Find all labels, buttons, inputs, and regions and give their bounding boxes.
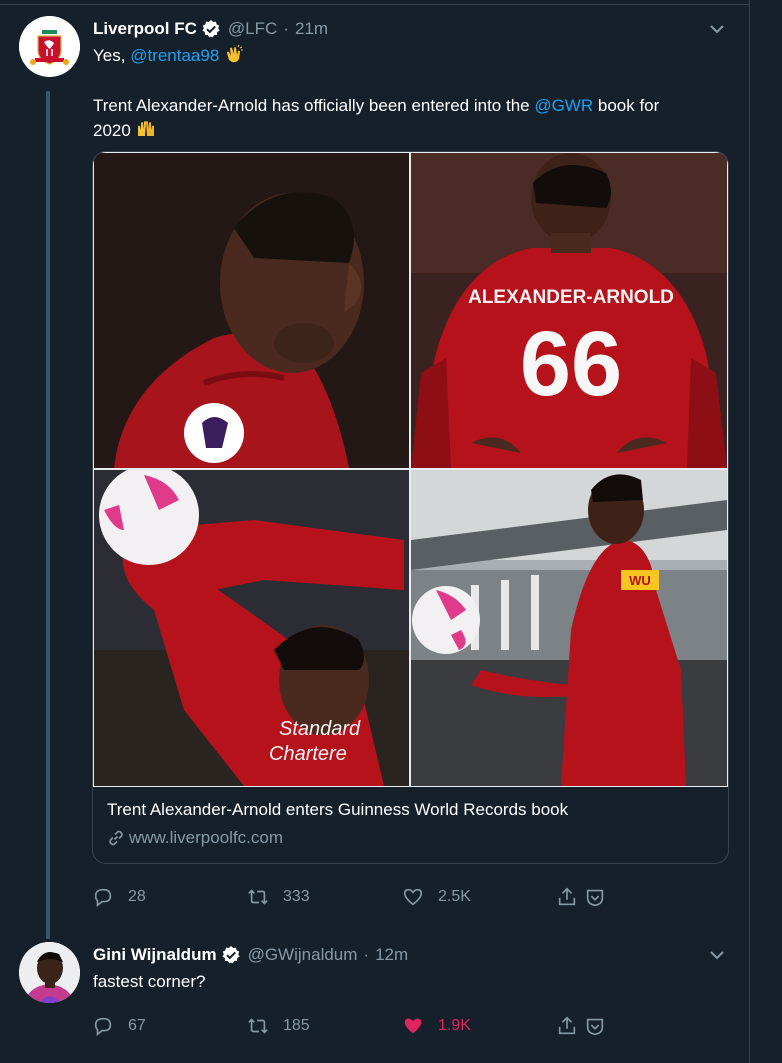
tweet-text: fastest corner? — [93, 969, 733, 994]
share-icon — [558, 887, 576, 906]
heart-icon — [403, 888, 423, 906]
reply-icon — [94, 888, 112, 907]
separator-dot: · — [363, 945, 370, 964]
timeline: Liverpool FC @LFC · 21m Yes, @trentaa98 … — [0, 0, 750, 1063]
sponsor-text: WU — [629, 573, 651, 588]
sponsor-line1-text: Standard — [279, 718, 361, 740]
reply-count: 67 — [128, 1017, 146, 1034]
tweet-actions: 67 185 1.9K — [92, 1014, 632, 1038]
retweet-icon — [248, 1018, 268, 1034]
photo-profile[interactable] — [94, 153, 409, 468]
chevron-down-icon[interactable] — [708, 946, 726, 964]
like-button[interactable]: 2.5K — [402, 885, 471, 909]
tweet-text: Yes, @trentaa98 Trent Alexander-Arnold h… — [93, 43, 733, 143]
text-segment: fastest corner? — [93, 972, 206, 991]
text-segment: Trent Alexander-Arnold has officially be… — [93, 96, 535, 115]
like-count: 1.9K — [438, 1017, 471, 1034]
verified-badge-icon — [221, 946, 240, 964]
mention-link[interactable]: @trentaa98 — [130, 46, 219, 65]
mention-link[interactable]: @GWR — [534, 96, 593, 115]
retweet-button[interactable]: 185 — [247, 1014, 310, 1038]
profile-photo-image — [94, 153, 409, 468]
retweet-count: 333 — [283, 888, 310, 905]
shirt-name-text: ALEXANDER-ARNOLD — [468, 287, 674, 308]
stadium-ball-photo-image: WU — [411, 470, 727, 786]
lfc-crest-icon — [19, 16, 80, 77]
link-icon — [109, 830, 123, 846]
bookmark-icon — [586, 889, 604, 907]
photo-grid: ALEXANDER-ARNOLD 66 Standard Chartere WU — [93, 152, 728, 787]
thread-connector — [46, 91, 50, 939]
clapping-hands-emoji — [227, 44, 244, 63]
text-segment: 2020 — [93, 121, 131, 140]
reply-button[interactable]: 28 — [92, 885, 146, 909]
throw-in-photo-image: Standard Chartere — [94, 470, 409, 786]
tweet-timestamp[interactable]: 12m — [375, 945, 408, 965]
heart-filled-icon — [404, 1018, 422, 1034]
save-button[interactable] — [584, 885, 620, 909]
raising-hands-emoji — [137, 121, 154, 136]
bookmark-icon — [586, 1018, 604, 1036]
reply-button[interactable]: 67 — [92, 1014, 146, 1038]
share-icon — [558, 1016, 576, 1035]
player-avatar-icon — [19, 942, 80, 1003]
author-handle[interactable]: @LFC — [228, 19, 277, 39]
reply-icon — [94, 1017, 112, 1036]
text-segment: book for — [593, 96, 660, 115]
card-domain-text: www.liverpoolfc.com — [129, 828, 283, 847]
tweet-timestamp[interactable]: 21m — [295, 19, 328, 39]
photo-throw-in[interactable]: Standard Chartere — [94, 470, 409, 786]
author-handle[interactable]: @GWijnaldum — [248, 945, 358, 965]
shirt-number-text: 66 — [520, 313, 622, 415]
card-title[interactable]: Trent Alexander-Arnold enters Guinness W… — [107, 800, 568, 820]
save-button[interactable] — [584, 1014, 620, 1038]
tweet-wijnaldum[interactable]: Gini Wijnaldum @GWijnaldum · 12m fastest… — [0, 930, 750, 1063]
verified-badge-icon — [202, 20, 220, 38]
like-button[interactable]: 1.9K — [402, 1014, 471, 1038]
photo-stadium-ball[interactable]: WU — [411, 470, 727, 786]
author-name[interactable]: Liverpool FC — [93, 19, 197, 39]
photo-back-shirt[interactable]: ALEXANDER-ARNOLD 66 — [411, 153, 727, 468]
author-name[interactable]: Gini Wijnaldum — [93, 945, 217, 965]
separator-dot: · — [283, 19, 289, 38]
tweet-actions: 28 333 2.5K — [92, 885, 632, 909]
retweet-count: 185 — [283, 1017, 310, 1034]
text-segment: Yes, — [93, 46, 131, 65]
tweet-header: Liverpool FC @LFC · 21m — [93, 18, 328, 40]
like-count: 2.5K — [438, 888, 471, 905]
tweet-header: Gini Wijnaldum @GWijnaldum · 12m — [93, 944, 408, 966]
lfc-avatar[interactable] — [19, 16, 80, 77]
tweet-lfc[interactable]: Liverpool FC @LFC · 21m Yes, @trentaa98 … — [0, 5, 750, 939]
chevron-down-icon[interactable] — [708, 20, 726, 38]
reply-count: 28 — [128, 888, 146, 905]
retweet-icon — [248, 889, 268, 905]
back-shirt-photo-image: ALEXANDER-ARNOLD 66 — [411, 153, 727, 468]
wijnaldum-avatar[interactable] — [19, 942, 80, 1003]
sponsor-line2-text: Chartere — [269, 743, 347, 765]
card-domain[interactable]: www.liverpoolfc.com — [107, 828, 283, 848]
link-preview-card[interactable]: ALEXANDER-ARNOLD 66 Standard Chartere WU… — [92, 151, 729, 864]
retweet-button[interactable]: 333 — [247, 885, 310, 909]
